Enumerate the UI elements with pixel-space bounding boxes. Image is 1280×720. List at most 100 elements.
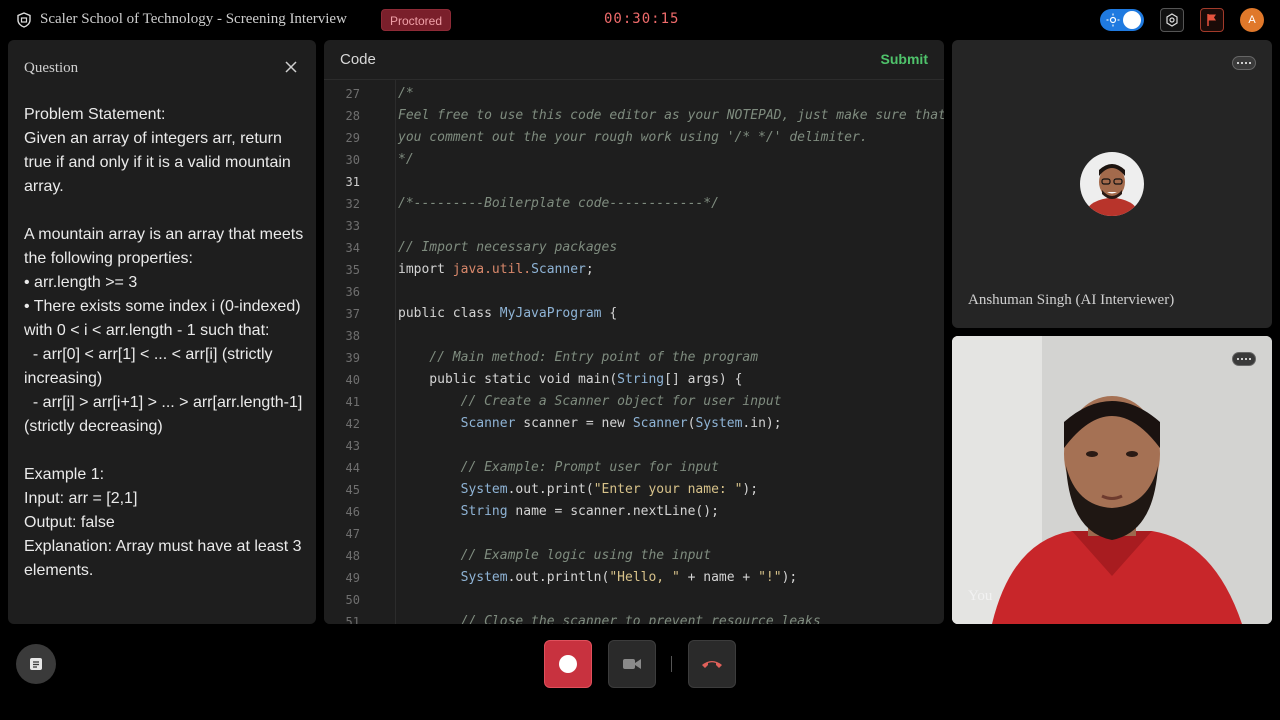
- end-call-button[interactable]: [688, 640, 736, 688]
- code-line[interactable]: 51 // Close the scanner to prevent resou…: [324, 611, 944, 624]
- proctored-badge: Proctored: [381, 9, 452, 31]
- code-line[interactable]: 45 System.out.print("Enter your name: ")…: [324, 479, 944, 501]
- question-body: Problem Statement: Given an array of int…: [24, 106, 304, 579]
- question-title: Question: [24, 60, 79, 76]
- line-number: 28: [345, 109, 360, 123]
- user-avatar[interactable]: A: [1240, 8, 1264, 32]
- theme-toggle[interactable]: [1100, 9, 1144, 31]
- self-video-panel: You: [952, 336, 1272, 624]
- shield-logo-icon: [17, 12, 31, 28]
- settings-button[interactable]: [1160, 8, 1184, 32]
- video-camera-icon: [623, 659, 641, 669]
- top-bar: Scaler School of Technology - Screening …: [0, 0, 1280, 40]
- code-text: public class MyJavaProgram {: [398, 306, 618, 321]
- code-line[interactable]: 46 String name = scanner.nextLine();: [324, 501, 944, 523]
- self-view-more-button[interactable]: [1232, 352, 1256, 366]
- code-text: // Import necessary packages: [398, 240, 618, 255]
- code-line[interactable]: 42 Scanner scanner = new Scanner(System.…: [324, 413, 944, 435]
- code-editor[interactable]: 27 /* 28 Feel free to use this code editor …: [324, 83, 944, 624]
- line-number: 38: [345, 329, 360, 343]
- line-number: 40: [345, 373, 360, 387]
- line-number: 43: [345, 439, 360, 453]
- flag-icon: [1207, 14, 1216, 26]
- line-number: 41: [345, 395, 360, 409]
- code-editor-header: Code Submit: [324, 40, 944, 80]
- code-text: // Example: Prompt user for input: [398, 460, 719, 475]
- line-number: 31: [345, 175, 360, 189]
- interviewer-more-button[interactable]: [1232, 56, 1256, 70]
- line-number: 35: [345, 263, 360, 277]
- code-line[interactable]: 43: [324, 435, 944, 457]
- toggle-knob: [1123, 11, 1141, 29]
- line-number: 42: [345, 417, 360, 431]
- line-number: 49: [345, 571, 360, 585]
- code-text: you comment out the your rough work usin…: [398, 130, 868, 145]
- line-number: 51: [345, 615, 360, 624]
- record-button[interactable]: [544, 640, 592, 688]
- question-panel: Question Problem Statement: Given an arr…: [8, 40, 316, 624]
- code-text: // Main method: Entry point of the progr…: [398, 350, 759, 365]
- code-line[interactable]: 28 Feel free to use this code editor as y…: [324, 105, 944, 127]
- notes-icon: [30, 658, 42, 670]
- code-line[interactable]: 31: [324, 171, 944, 193]
- line-number: 45: [345, 483, 360, 497]
- code-line[interactable]: 35 import java.util.Scanner;: [324, 259, 944, 281]
- end-call-icon: [702, 661, 722, 668]
- interviewer-panel: Anshuman Singh (AI Interviewer): [952, 40, 1272, 328]
- report-flag-button[interactable]: [1200, 8, 1224, 32]
- code-line[interactable]: 44 // Example: Prompt user for input: [324, 457, 944, 479]
- code-line[interactable]: 40 public static void main(String[] args…: [324, 369, 944, 391]
- interviewer-name: Anshuman Singh (AI Interviewer): [968, 292, 1175, 308]
- line-number: 34: [345, 241, 360, 255]
- code-text: /*---------Boilerplate code------------*…: [398, 196, 719, 211]
- code-text: Feel free to use this code editor as you…: [398, 108, 944, 123]
- gear-icon: [1166, 13, 1178, 27]
- controls-divider: [671, 656, 672, 672]
- code-line[interactable]: 41 // Create a Scanner object for user i…: [324, 391, 944, 413]
- code-line[interactable]: 30 */: [324, 149, 944, 171]
- line-number: 46: [345, 505, 360, 519]
- code-editor-panel: Code Submit 27 /* 28 Feel free to use this …: [324, 40, 944, 624]
- code-line[interactable]: 34 // Import necessary packages: [324, 237, 944, 259]
- code-line[interactable]: 36: [324, 281, 944, 303]
- code-line[interactable]: 47: [324, 523, 944, 545]
- code-line[interactable]: 38: [324, 325, 944, 347]
- self-video-feed: [952, 336, 1272, 624]
- code-text: import java.util.Scanner;: [398, 262, 594, 277]
- interviewer-avatar: [1080, 152, 1144, 216]
- interview-timer: 00:30:15: [604, 11, 680, 27]
- code-line[interactable]: 32 /*---------Boilerplate code-----------…: [324, 193, 944, 215]
- record-icon: [559, 655, 577, 673]
- code-text: /*: [398, 86, 414, 101]
- code-line[interactable]: 33: [324, 215, 944, 237]
- code-text: String name = scanner.nextLine();: [460, 504, 719, 519]
- code-text: Scanner scanner = new Scanner(System.in)…: [460, 416, 782, 431]
- code-line[interactable]: 27 /*: [324, 83, 944, 105]
- code-line[interactable]: 48 // Example logic using the input: [324, 545, 944, 567]
- code-line[interactable]: 37 public class MyJavaProgram {: [324, 303, 944, 325]
- line-number: 29: [345, 131, 360, 145]
- code-line[interactable]: 39 // Main method: Entry point of the pr…: [324, 347, 944, 369]
- submit-button[interactable]: Submit: [881, 51, 928, 67]
- line-number: 44: [345, 461, 360, 475]
- line-number: 48: [345, 549, 360, 563]
- code-text: System.out.println("Hello, " + name + "!…: [460, 570, 798, 585]
- code-line[interactable]: 50: [324, 589, 944, 611]
- camera-button[interactable]: [608, 640, 656, 688]
- code-line[interactable]: 49 System.out.println("Hello, " + name +…: [324, 567, 944, 589]
- code-text: */: [398, 152, 414, 167]
- code-text: // Example logic using the input: [398, 548, 712, 563]
- close-icon[interactable]: [284, 60, 298, 74]
- line-number: 27: [345, 87, 360, 101]
- code-line[interactable]: 29 you comment out the your rough work us…: [324, 127, 944, 149]
- line-number: 36: [345, 285, 360, 299]
- self-view-label: You: [968, 588, 993, 604]
- code-text: public static void main(String[] args) {: [398, 372, 743, 387]
- code-title: Code: [340, 51, 376, 68]
- line-number: 32: [345, 197, 360, 211]
- line-number: 39: [345, 351, 360, 365]
- line-number: 47: [345, 527, 360, 541]
- line-number: 37: [345, 307, 360, 321]
- notes-button[interactable]: [16, 644, 56, 684]
- code-text: // Create a Scanner object for user inpu…: [398, 394, 782, 409]
